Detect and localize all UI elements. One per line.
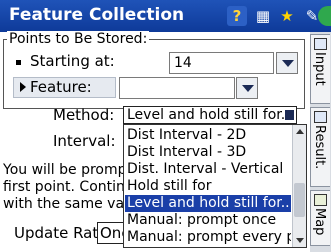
dropdown-scrollbar[interactable] (292, 125, 306, 247)
scrollbar-thumb[interactable] (294, 183, 305, 217)
starting-at-input[interactable]: 14 (169, 52, 274, 74)
expand-arrow-icon (20, 82, 26, 92)
input-icon (314, 38, 327, 50)
star-icon[interactable]: ★ (277, 6, 297, 26)
feature-input[interactable] (119, 77, 235, 99)
scroll-up-icon[interactable] (293, 125, 306, 138)
method-option[interactable]: Dist Interval - 2D (125, 127, 291, 144)
info-text-line-2: first point. Continu (3, 179, 134, 195)
method-option[interactable]: Dist Interval - 3D (125, 144, 291, 161)
method-option-selected[interactable]: Level and hold still for... (125, 195, 291, 212)
starting-at-dropdown-button[interactable] (276, 52, 298, 74)
points-group-legend: Points to Be Stored: (7, 31, 150, 47)
grid-icon[interactable]: ▦ (253, 6, 273, 26)
interval-label: Interval: (53, 132, 116, 150)
chevron-down-icon (285, 110, 294, 120)
feature-button-label: Feature: (30, 78, 92, 96)
side-tab-strip: Input Result. Map (310, 32, 331, 252)
method-option[interactable]: Manual: prompt once (125, 212, 291, 229)
tab-input-label: Input (312, 52, 327, 86)
title-bar: Feature Collection ? ▦ ★ ✎ (0, 0, 331, 32)
help-icon[interactable]: ? (227, 6, 247, 26)
result-icon (314, 111, 327, 123)
info-text-line-3: with the same valu (3, 196, 137, 212)
starting-at-label: Starting at: (30, 52, 115, 70)
tab-result-label: Result. (312, 125, 327, 170)
tab-map[interactable]: Map (310, 190, 330, 246)
scroll-down-icon[interactable] (293, 234, 306, 247)
tab-result[interactable]: Result. (310, 107, 330, 187)
method-label: Method: (53, 106, 115, 124)
method-dropdown-list: Dist Interval - 2D Dist Interval - 3D Di… (123, 124, 307, 248)
method-select[interactable]: Level and hold still for... (123, 106, 297, 124)
method-option[interactable]: Hold still for (125, 178, 291, 195)
close-icon[interactable] (318, 6, 331, 26)
feature-button[interactable]: Feature: (13, 77, 116, 98)
method-option[interactable]: Dist. Interval - Vertical (125, 161, 291, 178)
tab-map-label: Map (312, 208, 327, 236)
map-icon (314, 194, 327, 206)
points-group: Points to Be Stored: Starting at: 14 Fea… (3, 31, 305, 109)
method-option[interactable]: Manual: prompt every point (125, 229, 291, 246)
tab-input[interactable]: Input (310, 34, 330, 104)
method-selected-value: Level and hold still for... (127, 107, 295, 123)
update-rate-label: Update Rate (14, 224, 108, 242)
window-title: Feature Collection (9, 5, 185, 25)
info-text-line-1: You will be prompt (3, 162, 133, 178)
feature-dropdown-button[interactable] (236, 77, 258, 99)
bullet-icon (16, 60, 21, 65)
